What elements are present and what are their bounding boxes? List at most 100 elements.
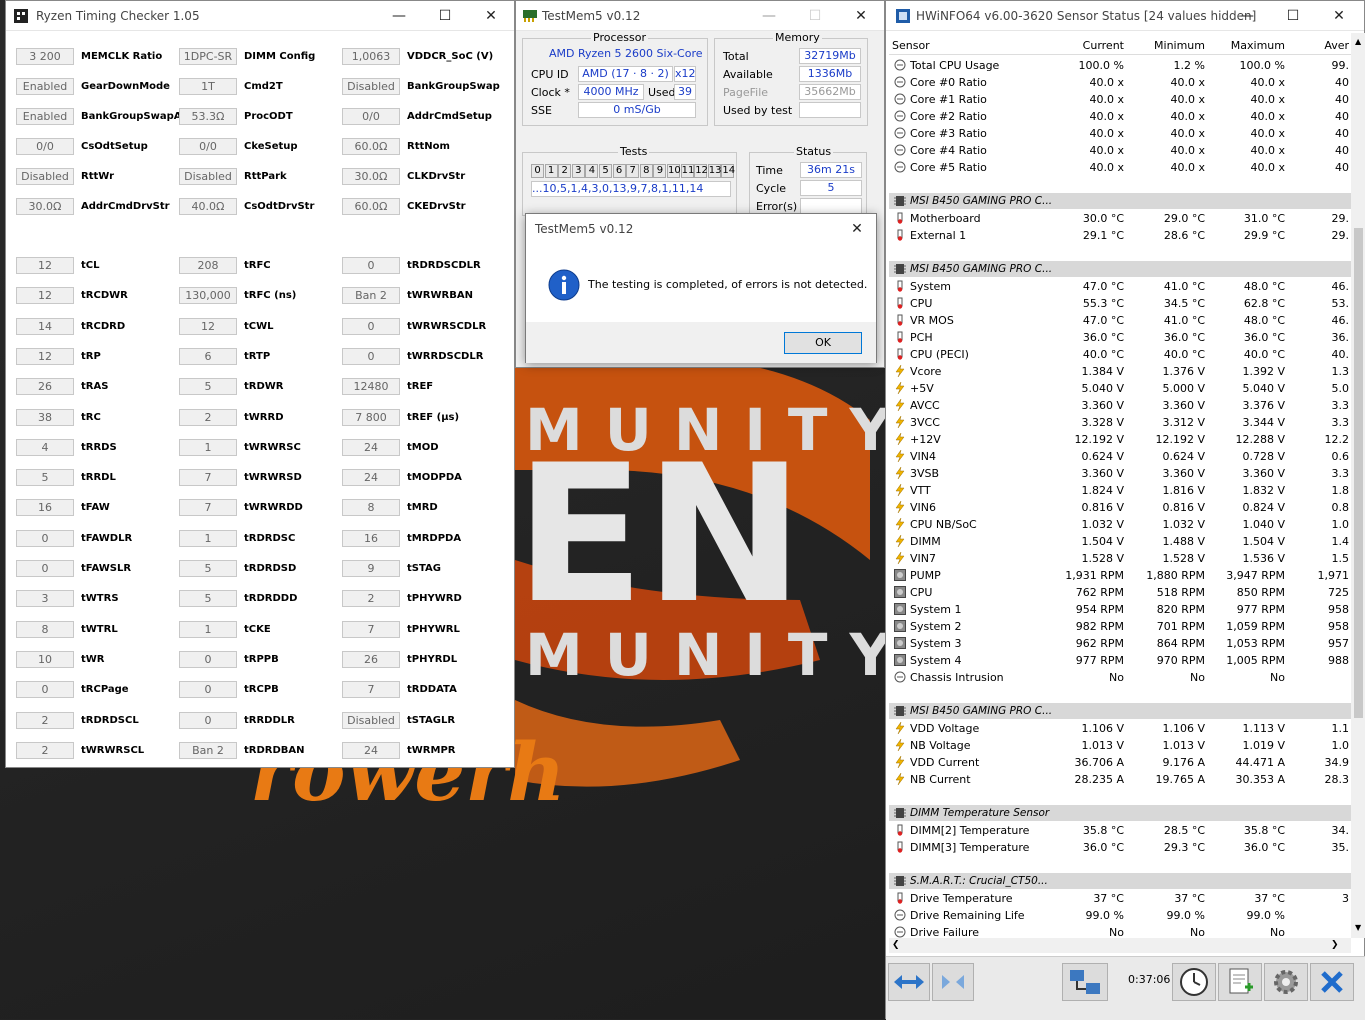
sensor-group-header[interactable]: S.M.A.R.T.: Crucial_CT50... [889,873,1351,889]
column-header[interactable]: Minimum [1129,39,1205,52]
sensor-row[interactable]: +12V 12.192 V 12.192 V 12.288 V 12.2 [889,431,1351,448]
sensor-row[interactable]: Motherboard 30.0 °C 29.0 °C 31.0 °C 29. [889,210,1351,227]
timing-value[interactable]: 3 200 [16,48,74,65]
report-button[interactable] [1218,963,1262,1001]
close-sensors-button[interactable] [1310,963,1354,1001]
timing-value[interactable]: 7 800 [342,409,400,426]
sensor-row[interactable]: VDD Current 36.706 A 9.176 A 44.471 A 34.9 [889,754,1351,771]
timing-value[interactable]: 10 [16,651,74,668]
sensor-row[interactable]: Drive Remaining Life 99.0 % 99.0 % 99.0 % [889,907,1351,924]
timing-value[interactable]: Ban 2 [342,287,400,304]
sensor-group-header[interactable]: MSI B450 GAMING PRO C... [889,193,1351,209]
timing-value[interactable]: 1 [179,621,237,638]
timing-value[interactable]: 16 [342,530,400,547]
timing-value[interactable]: 0 [342,257,400,274]
column-header[interactable]: Current [1054,39,1124,52]
sensor-group-header[interactable]: DIMM Temperature Sensor [889,805,1351,821]
timing-value[interactable]: 208 [179,257,237,274]
timing-value[interactable]: 12 [16,348,74,365]
sensor-row[interactable]: VIN6 0.816 V 0.816 V 0.824 V 0.8 [889,499,1351,516]
minimize-button[interactable]: — [376,1,422,31]
scroll-up-icon[interactable]: ▲ [1355,37,1361,46]
timing-value[interactable]: 26 [342,651,400,668]
timing-value[interactable]: 60.0Ω [342,198,400,215]
timing-value[interactable]: 1 [179,530,237,547]
timing-value[interactable]: 2 [342,590,400,607]
sensor-row[interactable]: VTT 1.824 V 1.816 V 1.832 V 1.8 [889,482,1351,499]
timing-value[interactable]: 53.3Ω [179,108,237,125]
dialog-close-button[interactable]: ✕ [838,214,876,244]
timing-value[interactable]: 0 [179,651,237,668]
timing-value[interactable]: 0 [16,681,74,698]
collapse-arrows-button[interactable] [932,963,974,1001]
timing-value[interactable]: 12 [179,318,237,335]
timing-value[interactable]: 4 [16,439,74,456]
sensor-row[interactable]: VR MOS 47.0 °C 41.0 °C 48.0 °C 46. [889,312,1351,329]
timing-value[interactable]: 7 [179,469,237,486]
timing-value[interactable]: 14 [16,318,74,335]
timing-value[interactable]: 12480 [342,378,400,395]
timing-value[interactable]: Enabled [16,108,74,125]
timing-value[interactable]: 0 [342,318,400,335]
timing-value[interactable]: 0 [179,712,237,729]
sensor-row[interactable]: VDD Voltage 1.106 V 1.106 V 1.113 V 1.1 [889,720,1351,737]
timing-value[interactable]: 0 [342,348,400,365]
timing-value[interactable]: 0 [16,530,74,547]
sensor-row[interactable]: DIMM[3] Temperature 36.0 °C 29.3 °C 36.0 °C… [889,839,1351,856]
sensor-row[interactable]: 3VCC 3.328 V 3.312 V 3.344 V 3.3 [889,414,1351,431]
sensor-row[interactable]: System 1 954 RPM 820 RPM 977 RPM 958 [889,601,1351,618]
sensor-row[interactable]: Core #2 Ratio 40.0 x 40.0 x 40.0 x 40 [889,108,1351,125]
timing-value[interactable]: 8 [16,621,74,638]
timing-value[interactable]: 1 [179,439,237,456]
timing-value[interactable]: 5 [179,560,237,577]
sensor-row[interactable]: Core #4 Ratio 40.0 x 40.0 x 40.0 x 40 [889,142,1351,159]
sensor-row[interactable]: Drive Failure No No No [889,924,1351,938]
timing-value[interactable]: 7 [342,681,400,698]
maximize-button[interactable]: ☐ [422,1,468,31]
sensor-row[interactable]: Core #3 Ratio 40.0 x 40.0 x 40.0 x 40 [889,125,1351,142]
timing-value[interactable]: 30.0Ω [16,198,74,215]
timing-value[interactable]: Disabled [16,168,74,185]
horizontal-scrollbar[interactable]: ❮ ❯ [889,938,1351,953]
timing-value[interactable]: 7 [179,499,237,516]
column-header[interactable]: Sensor [892,39,930,52]
expand-arrows-button[interactable] [888,963,930,1001]
sensor-row[interactable]: NB Current 28.235 A 19.765 A 30.353 A 28.3 [889,771,1351,788]
network-button[interactable] [1062,963,1108,1001]
close-button[interactable]: ✕ [468,1,514,31]
column-header[interactable]: Aver [1289,39,1349,52]
timing-value[interactable]: 24 [342,742,400,759]
minimize-button[interactable]: — [1224,1,1270,31]
timing-value[interactable]: 12 [16,257,74,274]
timing-value[interactable]: 2 [16,712,74,729]
close-button[interactable]: ✕ [1316,1,1362,31]
timing-value[interactable]: 1,0063 [342,48,400,65]
timing-value[interactable]: 0/0 [179,138,237,155]
sensor-row[interactable]: CPU NB/SoC 1.032 V 1.032 V 1.040 V 1.0 [889,516,1351,533]
sensor-row[interactable]: System 3 962 RPM 864 RPM 1,053 RPM 957 [889,635,1351,652]
sensor-row[interactable]: Chassis Intrusion No No No [889,669,1351,686]
sensor-row[interactable]: Drive Temperature 37 °C 37 °C 37 °C 3 [889,890,1351,907]
sensor-row[interactable]: Core #5 Ratio 40.0 x 40.0 x 40.0 x 40 [889,159,1351,176]
sensor-row[interactable]: 3VSB 3.360 V 3.360 V 3.360 V 3.3 [889,465,1351,482]
timing-value[interactable]: 24 [342,439,400,456]
timing-value[interactable]: 130,000 [179,287,237,304]
timing-value[interactable]: 7 [342,621,400,638]
minimize-button[interactable]: — [746,1,792,31]
timing-value[interactable]: 3 [16,590,74,607]
timing-value[interactable]: 40.0Ω [179,198,237,215]
sensor-row[interactable]: External 1 29.1 °C 28.6 °C 29.9 °C 29. [889,227,1351,244]
timing-value[interactable]: Disabled [342,78,400,95]
timing-value[interactable]: 0/0 [342,108,400,125]
timing-value[interactable]: 12 [16,287,74,304]
scroll-thumb[interactable] [1354,228,1363,718]
sensor-row[interactable]: Core #1 Ratio 40.0 x 40.0 x 40.0 x 40 [889,91,1351,108]
sensor-row[interactable]: Core #0 Ratio 40.0 x 40.0 x 40.0 x 40 [889,74,1351,91]
timing-value[interactable]: Disabled [342,712,400,729]
sensor-row[interactable]: CPU 762 RPM 518 RPM 850 RPM 725 [889,584,1351,601]
timing-value[interactable]: 2 [179,409,237,426]
sensor-row[interactable]: VIN4 0.624 V 0.624 V 0.728 V 0.6 [889,448,1351,465]
sensor-row[interactable]: DIMM 1.504 V 1.488 V 1.504 V 1.4 [889,533,1351,550]
timing-value[interactable]: Enabled [16,78,74,95]
sensor-group-header[interactable]: MSI B450 GAMING PRO C... [889,261,1351,277]
